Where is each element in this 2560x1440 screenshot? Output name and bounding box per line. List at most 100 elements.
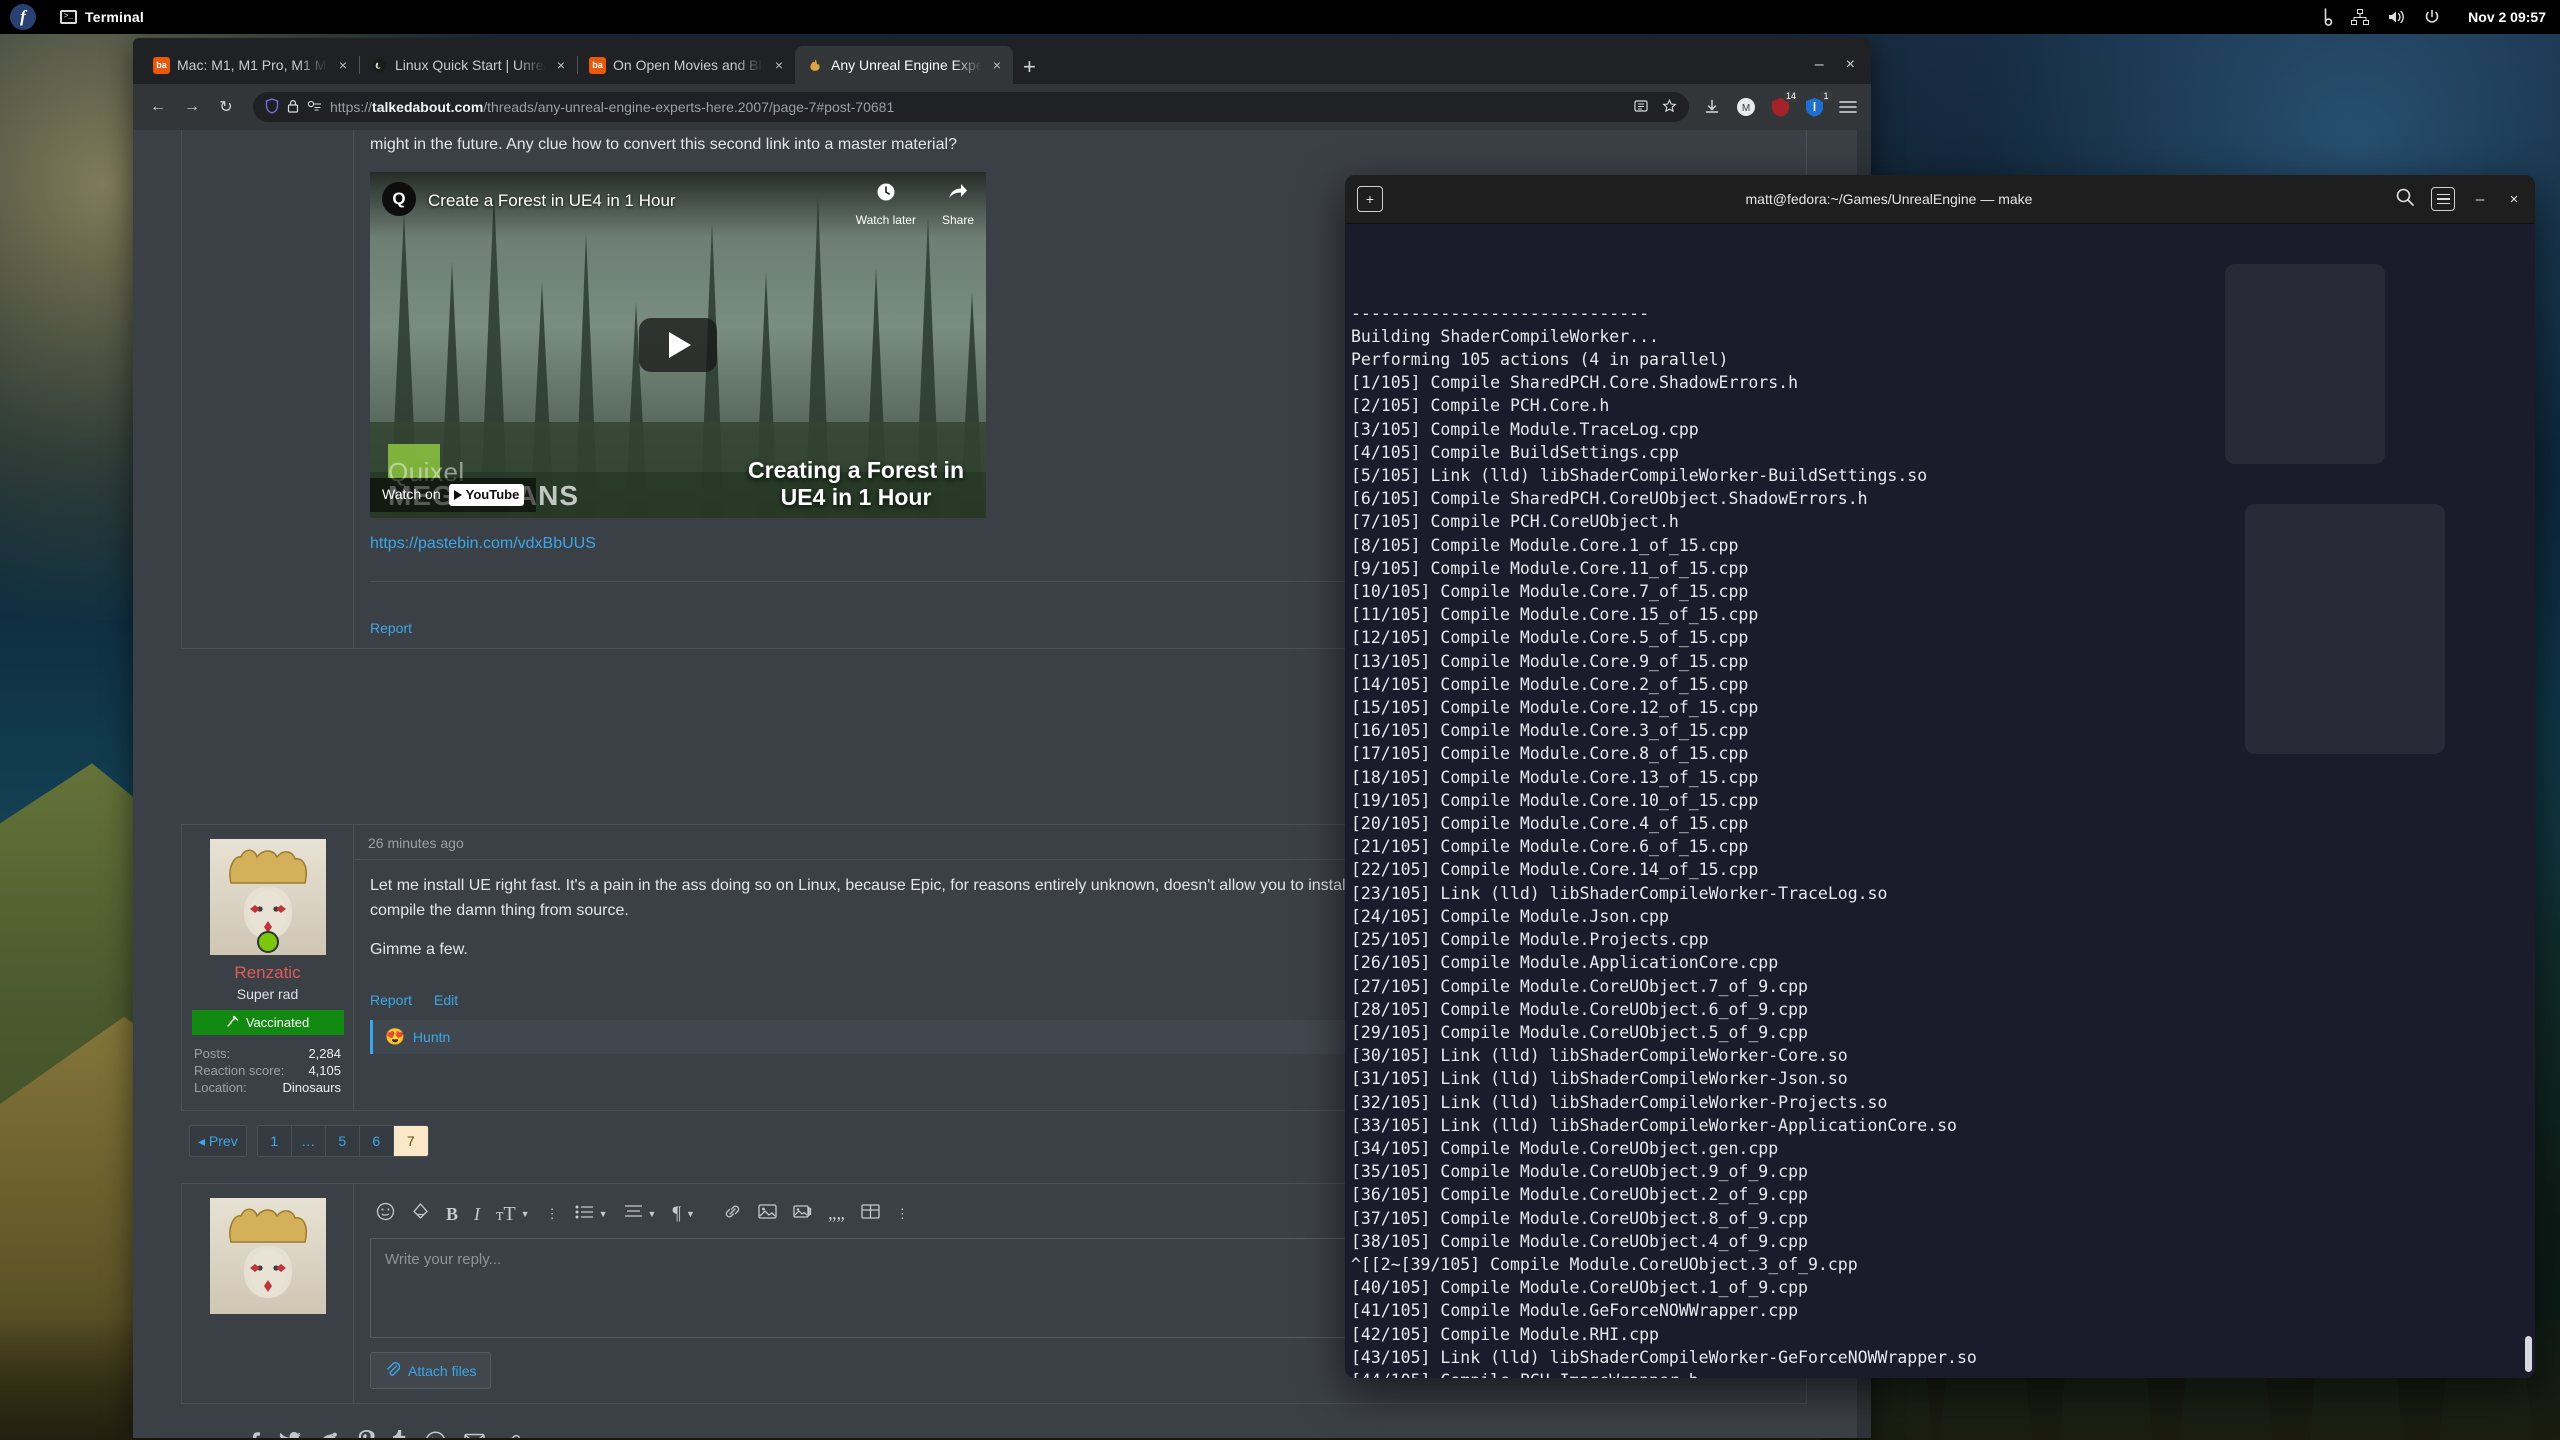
share-button[interactable]: Share bbox=[942, 182, 974, 230]
reaction-user-link[interactable]: Huntn bbox=[413, 1029, 450, 1045]
chevron-down-icon[interactable]: ▼ bbox=[648, 1209, 657, 1219]
address-bar[interactable]: https://talkedabout.com/threads/any-unre… bbox=[253, 92, 1689, 122]
watch-later-button[interactable]: Watch later bbox=[856, 182, 916, 230]
youtube-embed[interactable]: Q Create a Forest in UE4 in 1 Hour Watch… bbox=[370, 171, 986, 518]
more-options-icon[interactable]: ⋮ bbox=[546, 1207, 559, 1220]
emoji-icon[interactable] bbox=[376, 1202, 395, 1226]
pinterest-icon[interactable] bbox=[358, 1430, 375, 1438]
bullet-list-icon[interactable] bbox=[575, 1204, 594, 1224]
tab-close-icon[interactable]: × bbox=[553, 57, 569, 73]
terminal-title-bar[interactable]: + matt@fedora:~/Games/UnrealEngine — mak… bbox=[1345, 175, 2535, 224]
attach-files-button[interactable]: Attach files bbox=[370, 1352, 492, 1389]
avatar[interactable] bbox=[209, 839, 326, 955]
editor-toolbar-group-2: ▼ ▼ ¶ ▼ bbox=[575, 1203, 695, 1225]
browser-tab-2[interactable]: Linux Quick Start | Unreal En × bbox=[359, 46, 578, 84]
quote-icon[interactable]: „„ bbox=[828, 1203, 845, 1225]
favicon-icon: ba bbox=[153, 56, 170, 74]
pastebin-link[interactable]: https://pastebin.com/vdxBbUUS bbox=[370, 535, 596, 552]
twitter-icon[interactable] bbox=[279, 1431, 302, 1438]
post-username[interactable]: Renzatic bbox=[190, 963, 345, 983]
post-paragraph: might in the future. Any clue how to con… bbox=[370, 136, 957, 153]
metamask-icon[interactable]: M bbox=[1735, 96, 1757, 118]
terminal-scrollbar-thumb[interactable] bbox=[2525, 1336, 2532, 1372]
clock[interactable]: Nov 2 09:57 bbox=[2468, 9, 2546, 25]
volume-icon[interactable] bbox=[2387, 9, 2406, 25]
pagination-page-1[interactable]: 1 bbox=[258, 1126, 292, 1156]
tab-close-icon[interactable]: × bbox=[989, 57, 1005, 73]
watch-on-youtube-button[interactable]: Watch on YouTube bbox=[370, 477, 537, 512]
pagination-prev[interactable]: ◂ Prev bbox=[190, 1126, 246, 1156]
report-link[interactable]: Report bbox=[370, 992, 412, 1008]
whatsapp-icon[interactable] bbox=[425, 1430, 446, 1438]
back-button[interactable]: ← bbox=[143, 92, 173, 122]
terminal-scrollbar[interactable] bbox=[2522, 224, 2535, 1378]
menu-icon[interactable] bbox=[1837, 96, 1859, 118]
paragraph-icon[interactable]: ¶ bbox=[672, 1203, 681, 1225]
pagination-page-7-active[interactable]: 7 bbox=[393, 1126, 428, 1156]
reddit-icon[interactable] bbox=[319, 1432, 340, 1438]
media-icon[interactable] bbox=[793, 1203, 812, 1225]
network-icon[interactable] bbox=[2351, 9, 2370, 25]
new-tab-button[interactable]: + bbox=[1023, 56, 1036, 78]
browser-tab-1[interactable]: ba Mac: M1, M1 Pro, M1 Max × bbox=[141, 46, 360, 84]
reload-button[interactable]: ↻ bbox=[211, 92, 241, 122]
browser-tab-4[interactable]: Any Unreal Engine Exper × bbox=[795, 46, 1013, 84]
tab-close-icon[interactable]: × bbox=[335, 57, 351, 73]
video-play-button[interactable] bbox=[639, 317, 717, 372]
tumblr-icon[interactable] bbox=[393, 1430, 407, 1438]
overlay-title-line1: Creating a Forest in bbox=[748, 456, 964, 483]
align-icon[interactable] bbox=[624, 1204, 643, 1224]
edit-link[interactable]: Edit bbox=[434, 992, 458, 1008]
italic-icon[interactable]: I bbox=[474, 1204, 480, 1225]
link-icon[interactable] bbox=[503, 1432, 523, 1438]
privacy-shield-icon[interactable]: 1 bbox=[1803, 91, 1832, 118]
overflow-icon[interactable]: ⋮ bbox=[896, 1207, 909, 1220]
window-close-button[interactable]: × bbox=[1846, 56, 1855, 74]
tab-close-icon[interactable]: × bbox=[771, 57, 787, 73]
link-icon[interactable] bbox=[723, 1203, 742, 1225]
download-icon[interactable] bbox=[1701, 96, 1723, 118]
video-bottom-overlay: Quixel MEGASCANS Creating a Forest in UE… bbox=[370, 443, 986, 518]
add-tab-icon[interactable]: + bbox=[1357, 186, 1383, 212]
report-link[interactable]: Report bbox=[370, 620, 412, 636]
facebook-icon[interactable] bbox=[248, 1430, 261, 1438]
active-app-indicator[interactable]: >_ Terminal bbox=[60, 9, 144, 25]
terminal-line: [31/105] Link (lld) libShaderCompileWork… bbox=[1351, 1069, 1848, 1089]
font-size-icon[interactable]: тT bbox=[496, 1203, 516, 1226]
fedora-logo[interactable]: f bbox=[10, 4, 36, 30]
usb-icon[interactable] bbox=[2318, 8, 2333, 26]
forward-button[interactable]: → bbox=[177, 92, 207, 122]
attach-files-label: Attach files bbox=[408, 1362, 477, 1379]
overlay-title-line2: UE4 in 1 Hour bbox=[780, 484, 932, 511]
email-icon[interactable] bbox=[464, 1433, 485, 1438]
reader-mode-icon[interactable] bbox=[1634, 99, 1648, 116]
tracking-protection-icon[interactable] bbox=[307, 99, 322, 115]
terminal-minimize-button[interactable]: – bbox=[2471, 191, 2489, 208]
terminal-output[interactable]: ------------------------------ Building S… bbox=[1345, 224, 2535, 1378]
pagination-page-5[interactable]: 5 bbox=[326, 1126, 360, 1156]
eraser-icon[interactable] bbox=[411, 1202, 430, 1226]
avatar[interactable] bbox=[209, 1198, 326, 1314]
system-top-bar: f >_ Terminal Nov 2 09:57 bbox=[0, 0, 2560, 34]
browser-tab-3[interactable]: ba On Open Movies and Ble × bbox=[577, 46, 796, 84]
shield-icon[interactable] bbox=[265, 97, 279, 117]
hamburger-menu-icon[interactable] bbox=[2431, 187, 2455, 211]
pagination-ellipsis[interactable]: … bbox=[292, 1126, 326, 1156]
lock-icon[interactable] bbox=[287, 99, 299, 116]
terminal-close-button[interactable]: × bbox=[2505, 191, 2523, 208]
terminal-line: [21/105] Compile Module.Core.6_of_15.cpp bbox=[1351, 837, 1749, 857]
bookmark-star-icon[interactable] bbox=[1662, 98, 1677, 116]
video-title[interactable]: Create a Forest in UE4 in 1 Hour bbox=[428, 188, 676, 214]
search-icon[interactable] bbox=[2395, 187, 2415, 212]
ublock-shield-icon[interactable]: 14 bbox=[1769, 91, 1798, 118]
bold-icon[interactable]: B bbox=[446, 1204, 458, 1225]
table-icon[interactable] bbox=[861, 1203, 880, 1225]
quixel-channel-icon[interactable]: Q bbox=[382, 181, 416, 216]
image-icon[interactable] bbox=[758, 1203, 777, 1225]
window-minimize-button[interactable]: – bbox=[1815, 56, 1824, 74]
chevron-down-icon[interactable]: ▼ bbox=[521, 1209, 530, 1219]
power-icon[interactable] bbox=[2424, 9, 2440, 25]
pagination-page-6[interactable]: 6 bbox=[360, 1126, 394, 1156]
chevron-down-icon[interactable]: ▼ bbox=[599, 1209, 608, 1219]
chevron-down-icon[interactable]: ▼ bbox=[686, 1209, 695, 1219]
